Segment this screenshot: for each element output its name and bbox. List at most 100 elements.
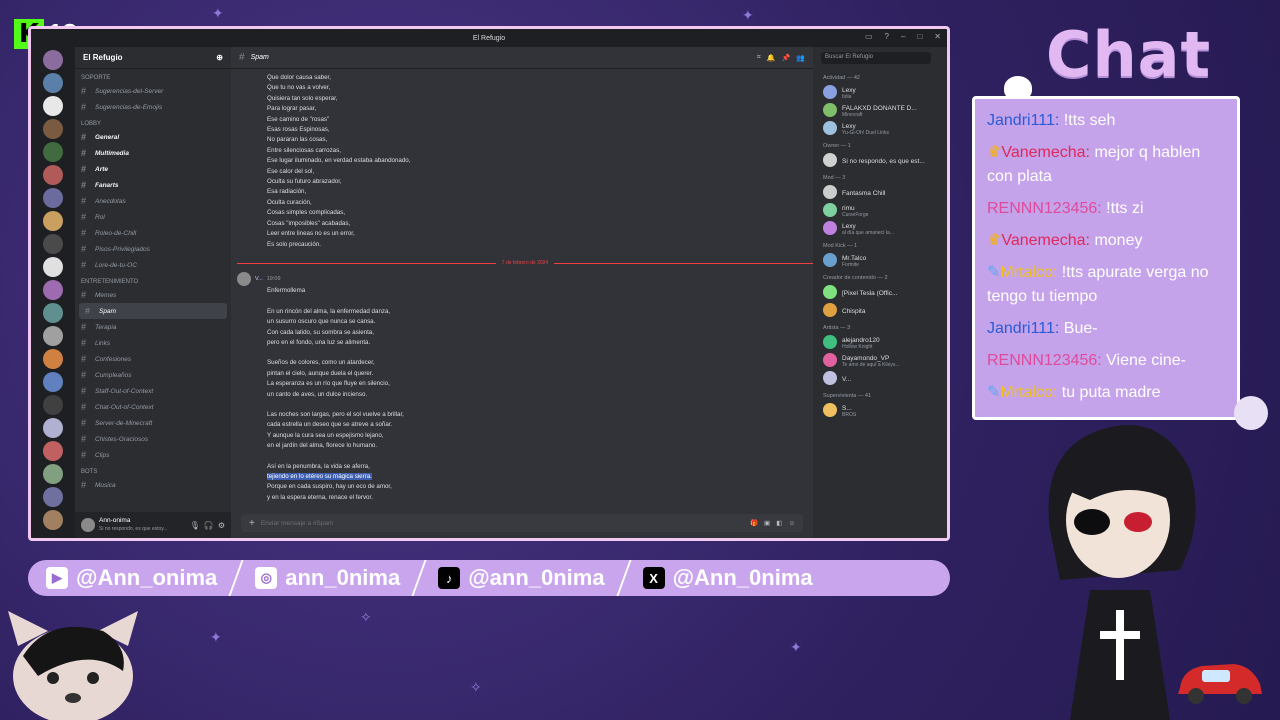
chat-username[interactable]: Vanemecha: [1001, 232, 1085, 249]
server-icon[interactable]: [43, 487, 63, 507]
chat-username[interactable]: RENNN123456: [987, 200, 1097, 217]
server-icon[interactable]: [43, 73, 63, 93]
channel-item[interactable]: # Confesiones: [75, 351, 231, 367]
channel-item[interactable]: # Multimedia: [75, 145, 231, 161]
headphones-icon[interactable]: 🎧: [204, 521, 214, 530]
threads-icon[interactable]: ⌗: [757, 54, 761, 62]
chat-username[interactable]: Mrtalco: [1000, 384, 1052, 401]
server-icon[interactable]: [43, 464, 63, 484]
member-item[interactable]: alejandro120 Hollow Knight: [813, 333, 947, 351]
member-section-title: Mod — 3: [823, 175, 846, 181]
avatar: [823, 185, 837, 199]
member-item[interactable]: Mr.Talco Fortnite: [813, 251, 947, 269]
channel-item[interactable]: # Sugerencias-de-Emojis: [75, 99, 231, 115]
message-input[interactable]: + Enviar mensaje a #Spam 🎁 ▣ ◧ ☺: [241, 514, 803, 532]
server-icon[interactable]: [43, 211, 63, 231]
channel-item[interactable]: # Terapia: [75, 319, 231, 335]
server-icon[interactable]: [43, 257, 63, 277]
channel-item[interactable]: # Lore-de-tu-OC: [75, 257, 231, 273]
channel-item[interactable]: # Chistes-Graciosos: [75, 431, 231, 447]
channel-item[interactable]: # Links: [75, 335, 231, 351]
server-icon[interactable]: [43, 395, 63, 415]
channel-item[interactable]: # Spam: [79, 303, 227, 319]
channel-item[interactable]: # Pisos-Privilegiados: [75, 241, 231, 257]
member-item[interactable]: S... BROS: [813, 401, 947, 419]
member-item[interactable]: Lexy bóla: [813, 83, 947, 101]
server-icon[interactable]: [43, 188, 63, 208]
server-icon[interactable]: [43, 119, 63, 139]
members-icon[interactable]: 👥: [796, 54, 805, 62]
server-icon[interactable]: [43, 96, 63, 116]
server-icon[interactable]: [43, 510, 63, 530]
server-icon[interactable]: [43, 372, 63, 392]
server-icon[interactable]: [43, 50, 63, 70]
message-time: 19:09: [266, 276, 281, 283]
member-item[interactable]: FALAKXD DONANTE D... Minecraft: [813, 101, 947, 119]
channel-item[interactable]: # Cumpleaños: [75, 367, 231, 383]
channel-item[interactable]: # Chat-Out-of-Context: [75, 399, 231, 415]
member-item[interactable]: Fantasma Chill: [813, 183, 947, 201]
add-member-icon[interactable]: ⊕: [216, 53, 223, 62]
gift-icon[interactable]: 🎁: [750, 519, 758, 527]
channel-item[interactable]: # Rol: [75, 209, 231, 225]
chat-username[interactable]: Jandri111: [987, 320, 1055, 337]
server-icon[interactable]: [43, 418, 63, 438]
channel-item[interactable]: # Anecdotas: [75, 193, 231, 209]
server-icon[interactable]: [43, 303, 63, 323]
member-item[interactable]: Dayamondo_VP Te amo de aquí a Kileys...: [813, 351, 947, 369]
category-header[interactable]: LOBBY: [75, 115, 231, 129]
settings-gear-icon[interactable]: ⚙: [218, 521, 225, 530]
close-button[interactable]: ✕: [934, 32, 941, 41]
chat-username[interactable]: RENNN123456: [987, 352, 1097, 369]
channel-item[interactable]: # Fanarts: [75, 177, 231, 193]
search-input[interactable]: Buscar El Refugio: [821, 52, 931, 64]
channel-item[interactable]: # Server-de-Minecraft: [75, 415, 231, 431]
maximize-button[interactable]: □: [917, 32, 922, 41]
minimize-button[interactable]: –: [901, 32, 905, 41]
chat-message: RENNN123456: Viene cine-: [987, 352, 1186, 369]
channel-item[interactable]: # Clips: [75, 447, 231, 463]
server-icon[interactable]: [43, 165, 63, 185]
server-icon[interactable]: [43, 326, 63, 346]
channel-item[interactable]: # Roleo-de-Chill: [75, 225, 231, 241]
member-item[interactable]: [Pixel Tesla (Offic...: [813, 283, 947, 301]
channel-item[interactable]: # Musica: [75, 477, 231, 493]
help-icon[interactable]: ?: [885, 32, 889, 41]
member-name: Lexy: [842, 86, 856, 94]
member-item[interactable]: V...: [813, 369, 947, 387]
member-item[interactable]: Lexy Yu-Gi-Oh! Duel Links: [813, 119, 947, 137]
gif-icon[interactable]: ▣: [764, 519, 770, 527]
channel-item[interactable]: # General: [75, 129, 231, 145]
server-icon[interactable]: [43, 441, 63, 461]
avatar[interactable]: [81, 518, 95, 532]
message-list: Que dolor causa saber, Que tu no vas a vo…: [231, 69, 813, 510]
channel-item[interactable]: # Sugerencias-del-Server: [75, 83, 231, 99]
server-icon[interactable]: [43, 280, 63, 300]
bell-icon[interactable]: 🔔: [767, 54, 776, 62]
author-name[interactable]: V...: [255, 274, 263, 284]
server-header[interactable]: El Refugio ⊕: [75, 47, 231, 69]
category-header[interactable]: ENTRETENIMIENTO: [75, 273, 231, 287]
chat-username[interactable]: Vanemecha: [1001, 144, 1085, 161]
sticker-icon[interactable]: ◧: [776, 519, 782, 527]
channel-item[interactable]: # Arte: [75, 161, 231, 177]
inbox-icon[interactable]: ▭: [865, 32, 873, 41]
server-icon[interactable]: [43, 142, 63, 162]
category-header[interactable]: BOTS: [75, 463, 231, 477]
server-icon[interactable]: [43, 234, 63, 254]
member-item[interactable]: rimu CurseForge: [813, 201, 947, 219]
author-avatar[interactable]: [237, 272, 251, 287]
microphone-icon[interactable]: 🎙: [190, 521, 200, 530]
emoji-icon[interactable]: ☺: [788, 520, 795, 527]
member-item[interactable]: Chispita: [813, 301, 947, 319]
member-item[interactable]: Si no respondo, es que est...: [813, 151, 947, 169]
member-item[interactable]: Lexy al día que amanecí la...: [813, 219, 947, 237]
category-header[interactable]: SOPORTE: [75, 69, 231, 83]
channel-item[interactable]: # Memes: [75, 287, 231, 303]
chat-username[interactable]: Mrtalco: [1000, 264, 1052, 281]
add-attachment-icon[interactable]: +: [249, 518, 255, 529]
channel-item[interactable]: # Staff-Out-of-Context: [75, 383, 231, 399]
pin-icon[interactable]: 📌: [782, 54, 791, 62]
server-icon[interactable]: [43, 349, 63, 369]
chat-username[interactable]: Jandri111: [987, 112, 1055, 129]
